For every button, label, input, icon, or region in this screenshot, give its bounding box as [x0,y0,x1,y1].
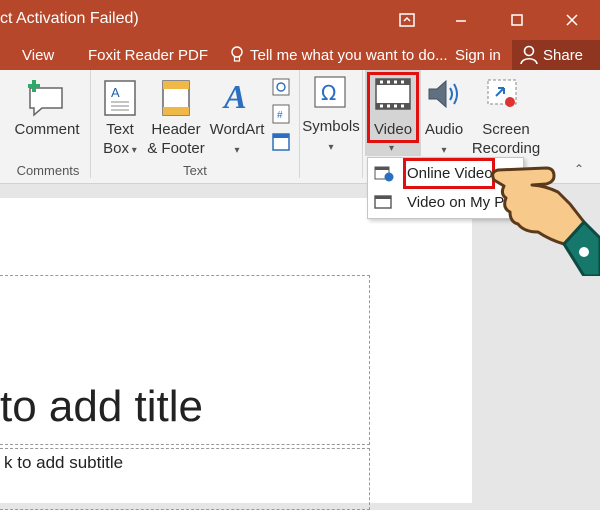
object-icon[interactable] [272,132,290,157]
window-title: ct Activation Failed) [0,10,139,27]
close-icon[interactable] [558,6,586,34]
tell-me-search[interactable]: Tell me what you want to do... [250,47,448,64]
monitor-video-icon [374,194,394,217]
maximize-icon[interactable] [503,6,531,34]
slide-number-icon[interactable]: # [272,104,290,129]
share-label: Share [543,47,584,64]
wordart-icon: A [222,76,252,121]
date-time-icon[interactable] [272,76,290,101]
wordart-button[interactable]: WordArt ▾ [208,120,266,160]
menu-view[interactable]: View [22,47,54,64]
online-video-highlight [403,158,495,189]
chevron-down-icon: ▾ [328,142,334,153]
symbols-button[interactable]: Symbols ▾ [300,117,362,157]
lightbulb-icon [230,46,244,69]
group-separator [90,70,91,178]
ribbon-display-options-icon[interactable] [393,6,421,34]
chevron-down-icon: ▾ [389,143,395,154]
chevron-down-icon: ▾ [234,145,240,156]
group-separator [362,70,363,178]
header-footer-icon [162,80,190,121]
text-box-button[interactable]: Text Box ▾ [98,120,142,160]
svg-text:A: A [111,85,120,100]
svg-text:A: A [222,79,247,116]
text-box-label-1: Text [106,121,134,138]
screen-recording-label-1: Screen [482,121,530,138]
symbols-label: Symbols [302,118,360,135]
screen-recording-button[interactable]: Screen Recording [470,120,542,158]
audio-label: Audio [424,121,464,138]
audio-button[interactable]: Audio ▾ [420,120,468,160]
pointing-hand-icon [488,158,600,281]
wordart-label: WordArt [209,121,265,138]
screen-recording-icon [484,76,520,117]
title-bar: ct Activation Failed) [0,0,600,40]
minimize-icon[interactable] [447,6,475,34]
person-icon [520,45,538,70]
text-box-icon: A [104,80,136,121]
chevron-down-icon: ▾ [441,145,447,156]
comment-button[interactable]: Comment [14,120,80,139]
title-placeholder-text: to add title [0,382,204,431]
omega-icon: Ω [314,76,346,113]
menu-bar: View Foxit Reader PDF Tell me what you w… [0,40,600,70]
comment-icon [24,78,66,123]
header-footer-label-2: & Footer [147,140,205,157]
header-footer-label-1: Header [151,121,201,138]
online-video-icon [374,165,394,188]
chevron-down-icon: ▾ [129,145,137,156]
svg-text:#: # [277,110,283,121]
subtitle-placeholder-text: k to add subtitle [4,453,124,472]
sign-in-link[interactable]: Sign in [455,47,501,64]
group-label-text: Text [183,163,207,178]
film-icon [375,78,411,115]
video-label: Video [373,121,413,138]
svg-text:Ω: Ω [321,81,336,105]
group-label-comments: Comments [16,163,80,178]
text-box-label-2: Box [103,140,130,157]
menu-foxit-reader-pdf[interactable]: Foxit Reader PDF [88,47,208,64]
screen-recording-label-2: Recording [471,140,541,157]
header-footer-button[interactable]: Header & Footer [146,120,206,158]
speaker-icon [427,78,461,115]
share-button[interactable]: Share [512,40,600,70]
